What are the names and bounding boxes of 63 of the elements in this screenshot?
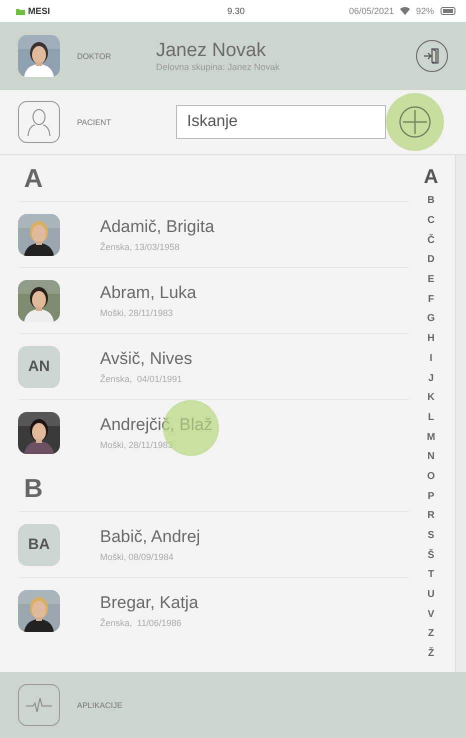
plus-icon — [399, 106, 431, 138]
index-letter[interactable]: Ž — [428, 644, 434, 664]
patient-details: Ženska, 04/01/1991 — [100, 374, 184, 384]
patient-name: Bregar, Katja — [100, 593, 200, 613]
index-letter[interactable]: A — [424, 163, 438, 191]
role-label: DOKTOR — [76, 52, 112, 60]
index-letter[interactable]: R — [427, 506, 435, 526]
initials-avatar: BA — [18, 524, 60, 566]
date-text: 06/05/2021 — [348, 6, 394, 16]
patient-row[interactable]: Bregar, Katja Ženska, 11/06/1986 — [18, 577, 409, 643]
add-button[interactable] — [386, 93, 444, 151]
patient-details: Ženska, 13/03/1958 — [100, 242, 181, 252]
wifi-icon — [400, 7, 410, 15]
patient-name: Babič, Andrej — [100, 527, 202, 547]
index-letter[interactable]: U — [427, 584, 435, 604]
index-letter[interactable]: E — [428, 270, 434, 290]
index-letter[interactable]: B — [427, 191, 435, 211]
index-letter[interactable]: K — [427, 388, 435, 408]
battery-icon — [440, 7, 456, 15]
logout-icon — [423, 47, 441, 65]
patient-row[interactable]: BA Babič, Andrej Moški, 08/09/1984 — [18, 511, 409, 577]
index-letter[interactable]: N — [427, 446, 435, 467]
index-letter[interactable]: I — [430, 348, 432, 368]
heartbeat-icon[interactable] — [18, 684, 60, 726]
patient-name: Avšič, Nives — [100, 349, 194, 369]
section-letter: A — [23, 162, 44, 194]
apps-label: APLIKACIJE — [76, 700, 124, 710]
carrier-name: MESI — [28, 6, 50, 16]
patient-name: Adamič, Brigita — [100, 217, 216, 237]
folder-icon — [16, 8, 25, 14]
index-letter[interactable]: G — [427, 309, 435, 329]
index-letter[interactable]: V — [428, 604, 434, 624]
index-letter[interactable]: Z — [428, 624, 434, 644]
patient-details: Moški, 08/09/1984 — [100, 552, 175, 562]
patient-row[interactable]: Abram, Luka Moški, 28/11/1983 — [18, 267, 409, 333]
index-letter[interactable]: D — [427, 250, 435, 270]
index-letter[interactable]: Č — [427, 230, 435, 250]
index-letter[interactable]: S — [428, 526, 434, 546]
section-letter: B — [23, 472, 44, 504]
index-letter[interactable]: L — [428, 408, 434, 428]
patient-details: Moški, 28/11/1983 — [100, 308, 174, 318]
search-field[interactable]: Iskanje — [176, 105, 386, 139]
patient-details: Ženska, 11/06/1986 — [100, 618, 182, 628]
person-icon — [18, 101, 60, 143]
index-letter[interactable]: T — [428, 565, 434, 585]
index-letter[interactable]: H — [427, 328, 435, 348]
battery-percent: 92% — [416, 6, 434, 16]
initials-avatar: AN — [18, 346, 60, 388]
logout-button[interactable] — [416, 40, 448, 72]
patient-row[interactable]: AN Avšič, Nives Ženska, 04/01/1991 — [18, 333, 409, 399]
patient-name: Abram, Luka — [100, 283, 198, 303]
index-letter[interactable]: Š — [428, 545, 434, 566]
clock-time: 9.30 — [226, 6, 246, 16]
work-group-text: Delovna skupina: Janez Novak — [156, 62, 281, 72]
index-letter[interactable]: F — [428, 289, 434, 310]
patient-label: PACIENT — [76, 118, 112, 126]
index-letter[interactable]: P — [428, 486, 434, 506]
index-letter[interactable]: C — [427, 210, 435, 230]
doctor-name: Janez Novak — [156, 40, 267, 62]
index-letter[interactable]: O — [427, 466, 435, 486]
index-letter[interactable]: J — [428, 368, 434, 388]
patient-row[interactable]: Adamič, Brigita Ženska, 13/03/1958 — [18, 201, 409, 267]
index-letter[interactable]: M — [426, 427, 436, 447]
